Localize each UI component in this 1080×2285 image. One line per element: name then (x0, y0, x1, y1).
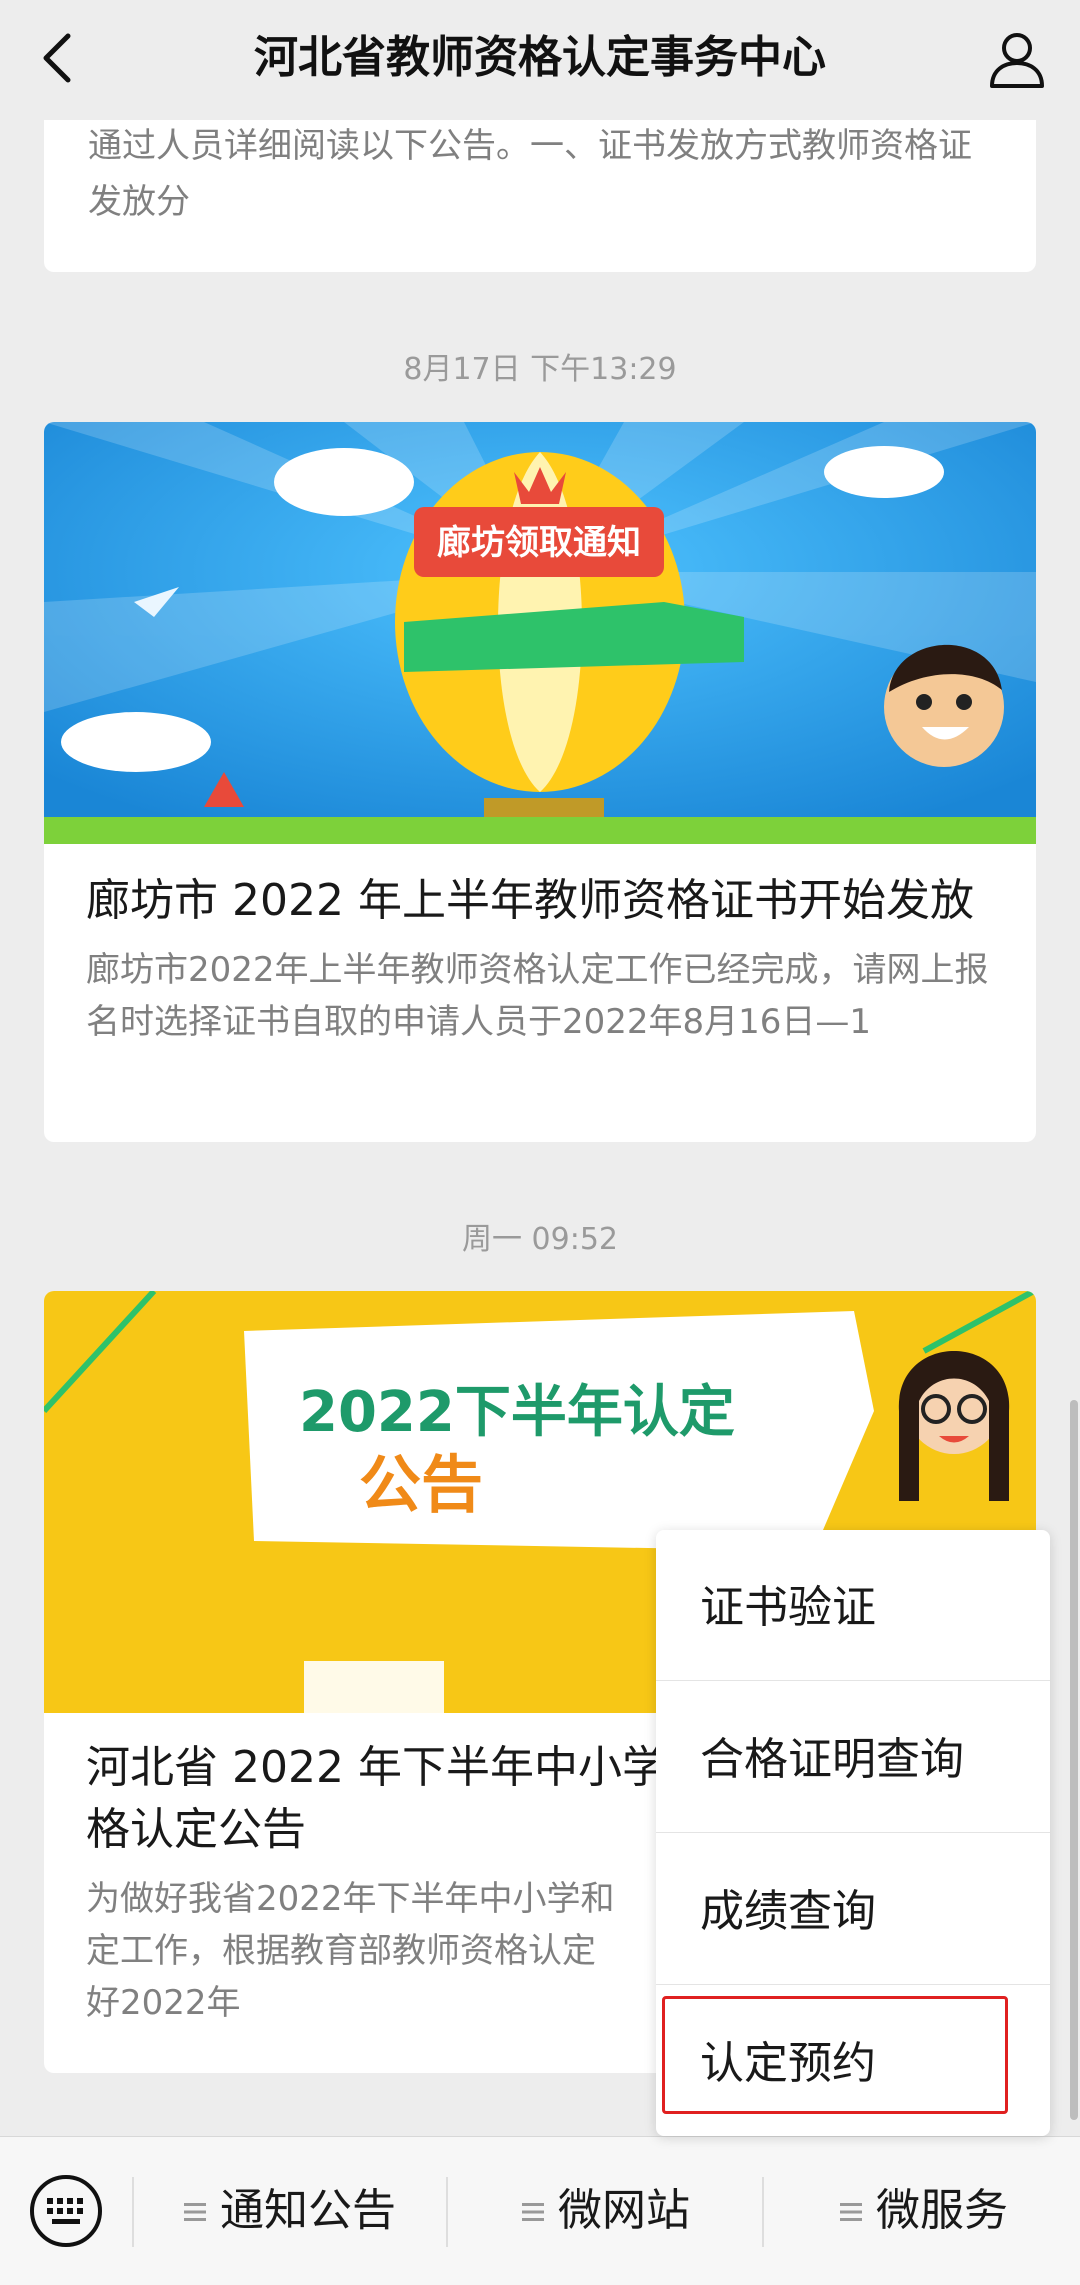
menu-item-certificate-verify[interactable]: 证书验证 (656, 1530, 1050, 1681)
highlight-box (662, 1996, 1008, 2114)
article-description-line-1: 为做好我省2022年下半年中小学和 (86, 1879, 615, 1919)
service-submenu: 证书验证 合格证明查询 成绩查询 认定预约 (656, 1530, 1050, 2136)
message-time: 周一 09:52 (462, 1222, 618, 1257)
menu-lines-icon (522, 2203, 544, 2221)
article-banner-image[interactable]: 廊坊领取通知 (44, 422, 1036, 844)
page-title: 河北省教师资格认定事务中心 (254, 32, 826, 83)
tab-label: 微网站 (558, 2185, 690, 2236)
article-title-line-2: 格认定公告 (86, 1804, 306, 1855)
article-description: 为做好我省2022年下半年中小学和 定工作，根据教育部教师资格认定 好2022年 (86, 1873, 646, 2029)
top-bar: 河北省教师资格认定事务中心 (0, 0, 1080, 120)
message-time: 8月17日 下午13:29 (403, 352, 677, 387)
menu-lines-icon (184, 2203, 206, 2221)
message-card-2[interactable]: 廊坊领取通知 廊坊市 2022 年上半年教师资格证书开始发放 廊坊市2022年上… (44, 422, 1036, 1142)
tab-notices[interactable]: 通知公告 (184, 2177, 424, 2247)
menu-item-qualification-query[interactable]: 合格证明查询 (656, 1682, 1050, 1833)
banner-line-1: 2022下半年认定 (299, 1380, 735, 1445)
scrollbar[interactable] (1070, 1400, 1078, 2120)
article-description-line-2: 定工作，根据教育部教师资格认定 (86, 1931, 596, 1971)
divider (762, 2177, 764, 2247)
article-title[interactable]: 河北省 2022 年下半年中小学 格认定公告 (86, 1737, 686, 1861)
banner-text: 廊坊领取通知 (437, 523, 641, 563)
banner-line-2: 公告 (359, 1448, 483, 1521)
menu-lines-icon (840, 2203, 862, 2221)
article-title[interactable]: 廊坊市 2022 年上半年教师资格证书开始发放 (86, 870, 996, 932)
menu-item-label: 合格证明查询 (700, 1734, 964, 1785)
tab-label: 通知公告 (220, 2185, 396, 2236)
menu-item-label: 证书验证 (700, 1582, 876, 1633)
divider (446, 2177, 448, 2247)
article-description-line-3: 好2022年 (86, 1983, 241, 2023)
tab-micro-service[interactable]: 微服务 (840, 2177, 1060, 2247)
article-title-line-1: 河北省 2022 年下半年中小学 (86, 1742, 666, 1793)
profile-icon[interactable] (984, 26, 1050, 92)
tab-label: 微服务 (876, 2185, 1008, 2236)
menu-item-label: 成绩查询 (700, 1886, 876, 1937)
bottom-menu-bar: 通知公告 微网站 微服务 (0, 2136, 1080, 2285)
article-snippet: 通过人员详细阅读以下公告。一、证书发放方式教师资格证发放分 (88, 126, 972, 222)
menu-item-score-query[interactable]: 成绩查询 (656, 1834, 1050, 1985)
tab-micro-site[interactable]: 微网站 (522, 2177, 722, 2247)
keyboard-icon[interactable] (28, 2173, 104, 2249)
divider (132, 2177, 134, 2247)
article-description: 廊坊市2022年上半年教师资格认定工作已经完成，请网上报名时选择证书自取的申请人… (86, 950, 989, 1042)
